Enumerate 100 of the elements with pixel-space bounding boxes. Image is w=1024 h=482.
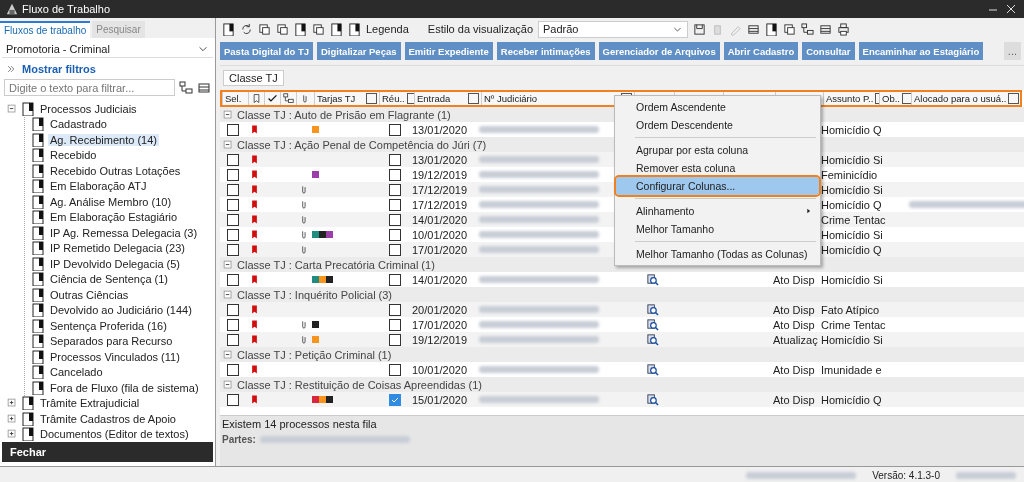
printer-icon[interactable] xyxy=(837,22,850,36)
defendant-checkbox[interactable] xyxy=(388,273,401,286)
column-header[interactable]: Alocado para o usuá.. xyxy=(914,93,1007,104)
document-icon[interactable] xyxy=(294,22,307,36)
window-icon[interactable] xyxy=(312,22,325,36)
tree-item[interactable]: Processos Vinculados (11) xyxy=(48,350,182,363)
defendant-checkbox[interactable] xyxy=(388,213,401,226)
tree-item[interactable]: Em Elaboração Estagiário xyxy=(48,211,180,224)
tree-item[interactable]: Sentença Proferida (16) xyxy=(48,319,169,332)
tree-item[interactable]: Recebido Outras Lotações xyxy=(48,164,183,177)
filter-dropdown[interactable] xyxy=(1008,93,1020,104)
tree-item[interactable]: Separados para Recurso xyxy=(48,335,175,348)
defendant-checkbox[interactable] xyxy=(388,318,401,331)
menu-item[interactable]: Alinhamento xyxy=(616,202,819,220)
row-checkbox[interactable] xyxy=(227,198,239,211)
expand-icon[interactable] xyxy=(6,428,18,441)
filter-field[interactable]: Digite o texto para filtrar... xyxy=(4,79,175,96)
tree-icon[interactable] xyxy=(801,22,814,36)
menu-item[interactable]: Melhor Tamanho xyxy=(616,220,819,238)
window-icon[interactable] xyxy=(783,22,796,36)
filter-dropdown[interactable] xyxy=(468,93,479,104)
close-icon[interactable] xyxy=(1004,2,1018,16)
row-checkbox[interactable] xyxy=(227,273,239,286)
tree-item[interactable]: Em Elaboração ATJ xyxy=(48,180,149,193)
window-icon[interactable] xyxy=(276,22,289,36)
tree-item[interactable]: Cadastrado xyxy=(48,118,109,131)
tree-item[interactable]: Devolvido ao Judiciário (144) xyxy=(48,304,194,317)
defendant-checkbox[interactable] xyxy=(388,333,401,346)
defendant-checkbox[interactable] xyxy=(388,153,401,166)
row-checkbox[interactable] xyxy=(227,303,239,316)
menu-item[interactable]: Ordem Ascendente xyxy=(616,98,819,116)
column-header[interactable]: Sel. xyxy=(225,93,242,104)
tree-item[interactable]: Recebido xyxy=(48,149,99,162)
tree-item[interactable]: Documentos (Editor de textos) xyxy=(38,428,191,441)
tree-item[interactable]: Ciência de Sentença (1) xyxy=(48,273,170,286)
window-icon[interactable] xyxy=(258,22,271,36)
search-icon[interactable] xyxy=(645,273,659,286)
row-checkbox[interactable] xyxy=(227,228,239,241)
expand-icon[interactable] xyxy=(6,397,18,410)
menu-item[interactable]: Configurar Colunas... xyxy=(616,177,819,195)
tree-item[interactable]: IP Ag. Remessa Delegacia (3) xyxy=(48,226,200,239)
row-checkbox[interactable] xyxy=(227,153,239,166)
tree-item[interactable]: Fora de Fluxo (fila de sistema) xyxy=(48,381,201,394)
view-style-select[interactable]: Padrão xyxy=(538,20,688,38)
document-icon[interactable] xyxy=(765,22,778,36)
document-icon[interactable] xyxy=(330,22,343,36)
bookmark-icon[interactable] xyxy=(251,93,262,104)
tree-item[interactable]: IP Remetido Delegacia (23) xyxy=(48,242,187,255)
defendant-checkbox[interactable] xyxy=(388,243,401,256)
search-icon[interactable] xyxy=(645,363,659,376)
tree-icon[interactable] xyxy=(179,80,193,95)
filter-dropdown[interactable] xyxy=(366,93,377,104)
expand-icon[interactable] xyxy=(6,412,18,425)
column-header[interactable]: Réu.. xyxy=(382,93,405,104)
refresh-icon[interactable] xyxy=(240,22,253,36)
tree-item[interactable]: Ag. Análise Membro (10) xyxy=(48,195,174,208)
row-checkbox[interactable] xyxy=(227,318,239,331)
group-chip[interactable]: Classe TJ xyxy=(223,70,284,86)
more-button[interactable]: ... xyxy=(1003,42,1021,60)
row-checkbox[interactable] xyxy=(227,333,239,346)
tree-item[interactable]: Ag. Recebimento (14) xyxy=(48,133,159,146)
column-header[interactable]: Assunto P.. xyxy=(826,93,874,104)
row-checkbox[interactable] xyxy=(227,393,239,406)
sidebar-tab[interactable]: Fluxos de trabalho xyxy=(0,21,91,38)
row-checkbox[interactable] xyxy=(227,183,239,196)
defendant-checkbox[interactable] xyxy=(388,168,401,181)
tree-item[interactable]: Trâmite Cadastros de Apoio xyxy=(38,412,178,425)
defendant-checkbox[interactable] xyxy=(388,393,401,406)
defendant-checkbox[interactable] xyxy=(388,303,401,316)
row-checkbox[interactable] xyxy=(227,168,239,181)
defendant-checkbox[interactable] xyxy=(388,123,401,136)
column-header[interactable]: Nº Judiciário xyxy=(484,93,538,104)
tree-item[interactable]: Cancelado xyxy=(48,366,105,379)
filter-dropdown[interactable] xyxy=(901,93,911,104)
tree-item[interactable]: Outras Ciências xyxy=(48,288,131,301)
document-icon[interactable] xyxy=(348,22,361,36)
list-icon[interactable] xyxy=(197,80,211,95)
document-icon[interactable] xyxy=(222,22,235,36)
search-icon[interactable] xyxy=(645,318,659,331)
menu-item[interactable]: Ordem Descendente xyxy=(616,116,819,134)
defendant-checkbox[interactable] xyxy=(388,228,401,241)
list-icon[interactable] xyxy=(747,22,760,36)
tree-item[interactable]: IP Devolvido Delegacia (5) xyxy=(48,257,183,270)
column-header[interactable]: Ob.. xyxy=(882,93,900,104)
row-checkbox[interactable] xyxy=(227,243,239,256)
menu-item[interactable]: Melhor Tamanho (Todas as Colunas) xyxy=(616,245,819,263)
row-checkbox[interactable] xyxy=(227,123,239,136)
defendant-checkbox[interactable] xyxy=(388,198,401,211)
search-icon[interactable] xyxy=(645,303,659,316)
tree-item[interactable]: Trâmite Extrajudicial xyxy=(38,397,142,410)
search-icon[interactable] xyxy=(645,393,659,406)
column-header[interactable]: Entrada xyxy=(417,93,451,104)
queue-select[interactable]: Promotoria - Criminal xyxy=(2,41,213,58)
row-checkbox[interactable] xyxy=(227,363,239,376)
tree-item[interactable]: Processos Judiciais xyxy=(38,102,139,115)
menu-item[interactable]: Remover esta coluna xyxy=(616,159,819,177)
defendant-checkbox[interactable] xyxy=(388,183,401,196)
column-header[interactable]: Tarjas TJ xyxy=(317,93,356,104)
row-checkbox[interactable] xyxy=(227,213,239,226)
list-icon[interactable] xyxy=(819,22,832,36)
